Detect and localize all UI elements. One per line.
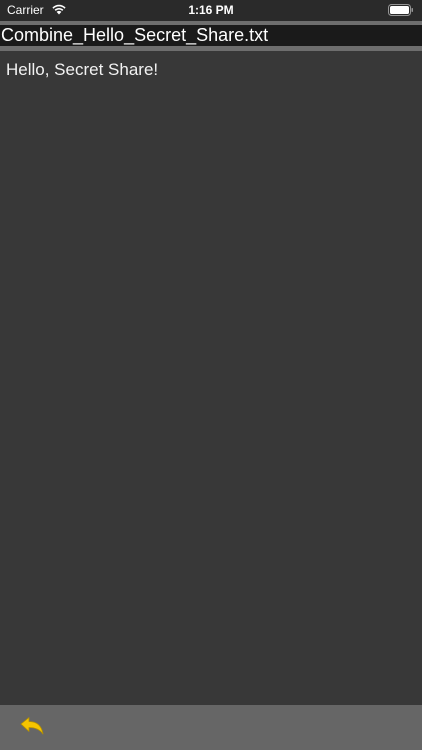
reply-arrow-icon[interactable]: [18, 715, 46, 739]
app-screen: Carrier 1:16 PM Combine_Hello_Secret_Sha…: [0, 0, 422, 750]
bottom-toolbar: [0, 705, 422, 750]
file-name-title: Combine_Hello_Secret_Share.txt: [1, 25, 269, 45]
status-bar: Carrier 1:16 PM: [0, 0, 422, 21]
battery-icon: [388, 4, 413, 16]
text-content-area[interactable]: Hello, Secret Share!: [0, 51, 422, 705]
status-time: 1:16 PM: [188, 3, 234, 17]
title-bar: Combine_Hello_Secret_Share.txt: [0, 25, 422, 46]
document-text: Hello, Secret Share!: [6, 60, 159, 79]
